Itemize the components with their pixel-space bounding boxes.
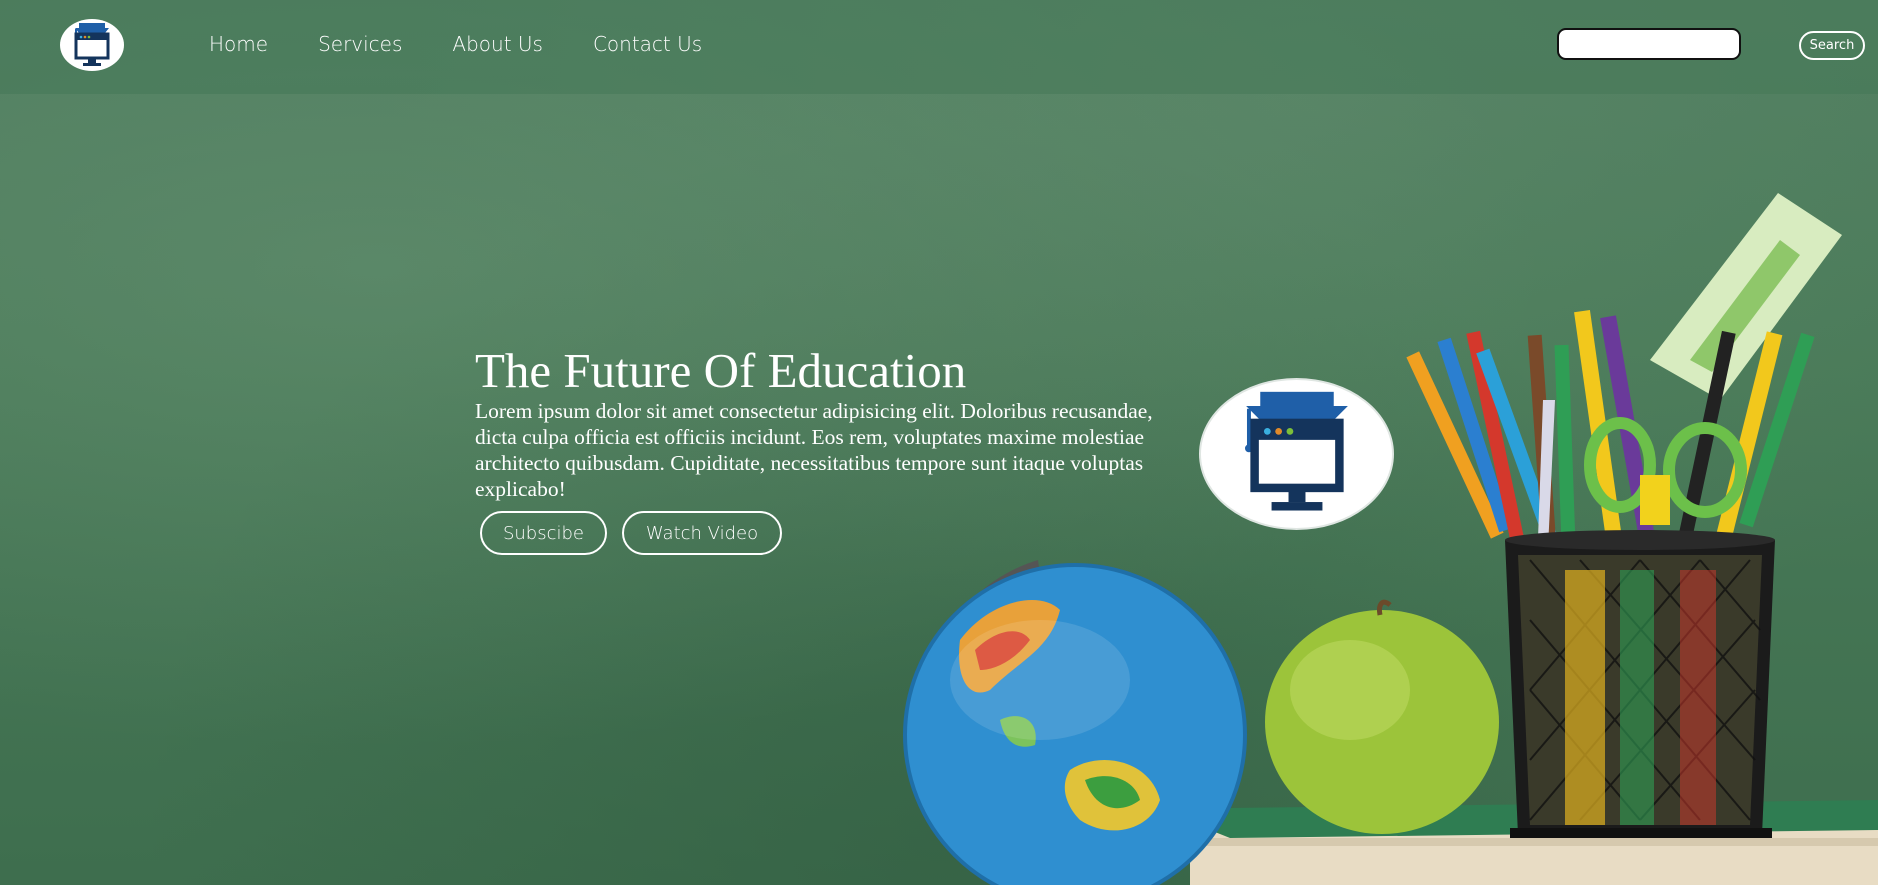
nav-link-services[interactable]: Services [318, 32, 402, 56]
nav-link-contact-us[interactable]: Contact Us [593, 32, 702, 56]
hero-description: Lorem ipsum dolor sit amet consectetur a… [475, 399, 1153, 501]
nav-link-about-us[interactable]: About Us [452, 32, 543, 56]
top-nav-bar: Home Services About Us Contact Us Search [0, 0, 1878, 94]
hero-title: The Future Of Education [475, 343, 967, 398]
nav-links: Home Services About Us Contact Us [209, 32, 752, 56]
search-input[interactable] [1557, 28, 1741, 60]
education-computer-icon [1199, 378, 1394, 530]
apple-icon [1265, 599, 1499, 834]
nav-link-home[interactable]: Home [209, 32, 268, 56]
search-button[interactable]: Search [1799, 31, 1865, 60]
watch-video-button[interactable]: Watch Video [622, 511, 782, 555]
education-computer-icon[interactable] [60, 19, 124, 71]
subscribe-button[interactable]: Subscibe [480, 511, 607, 555]
globe-icon [903, 560, 1247, 885]
